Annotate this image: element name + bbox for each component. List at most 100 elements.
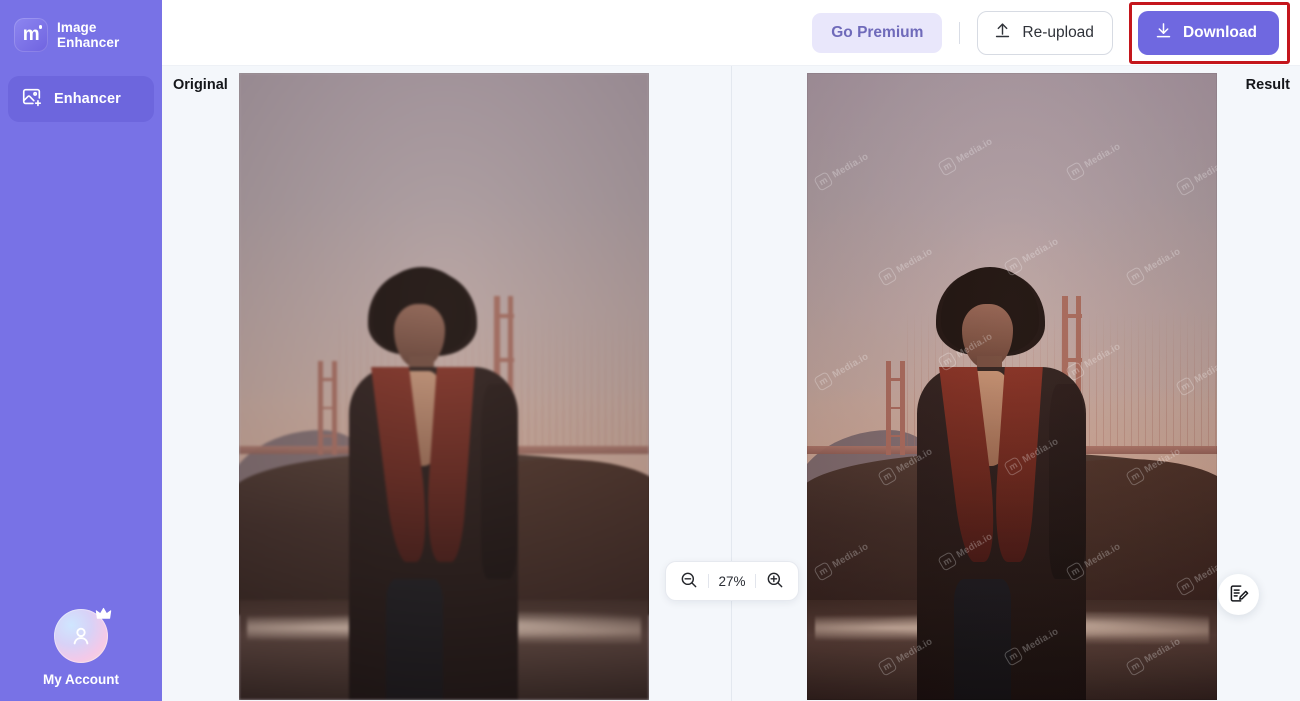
watermark-layer: m Media.io m Media.io m Media.io m Media.io m Med… (807, 73, 1217, 700)
watermark-text: Media.io (1142, 246, 1183, 276)
zoom-control: 27% (665, 561, 799, 601)
watermark-text: Media.io (1082, 141, 1123, 171)
compare-canvas: Original Result m Media.io m Media.io m … (162, 66, 1300, 701)
watermark-text: Media.io (1082, 541, 1123, 571)
watermark-text: Media.io (894, 636, 935, 666)
watermark-text: Media.io (894, 246, 935, 276)
watermark: m Media.io (877, 634, 935, 677)
watermark: m Media.io (877, 444, 935, 487)
watermark: m Media.io (1003, 434, 1061, 477)
watermark-logo-icon: m (813, 561, 834, 582)
watermark: m Media.io (1003, 234, 1061, 277)
watermark-text: Media.io (1020, 436, 1061, 466)
watermark-logo-icon: m (1175, 376, 1196, 397)
zoom-in-icon (765, 570, 785, 593)
zoom-out-icon (679, 570, 699, 593)
original-image[interactable] (239, 73, 649, 700)
watermark-logo-icon: m (1003, 456, 1024, 477)
watermark-logo-icon: m (1065, 161, 1086, 182)
watermark: m Media.io (937, 329, 995, 372)
sidebar-nav: Enhancer (0, 76, 162, 122)
feedback-note-icon (1228, 583, 1249, 607)
download-highlight-box: Download (1128, 1, 1291, 64)
watermark-text: Media.io (1192, 556, 1217, 586)
avatar[interactable] (54, 607, 112, 663)
watermark: m Media.io (813, 349, 871, 392)
account-section[interactable]: My Account (0, 607, 162, 701)
watermark: m Media.io (1065, 139, 1123, 182)
watermark: m Media.io (1125, 634, 1183, 677)
watermark: m Media.io (877, 244, 935, 287)
watermark-logo-icon: m (937, 351, 958, 372)
watermark-text: Media.io (1020, 236, 1061, 266)
watermark: m Media.io (813, 149, 871, 192)
sidebar-item-enhancer[interactable]: Enhancer (8, 76, 154, 122)
toolbar-divider (959, 21, 961, 44)
watermark-logo-icon: m (1175, 576, 1196, 597)
watermark: m Media.io (813, 539, 871, 582)
watermark: m Media.io (1175, 354, 1217, 397)
watermark-logo-icon: m (877, 266, 898, 287)
result-photo-content (807, 73, 1217, 700)
re-upload-label: Re-upload (1022, 23, 1094, 41)
watermark-text: Media.io (830, 351, 871, 381)
panel-divider (731, 66, 732, 701)
app-title: Image Enhancer (57, 20, 119, 51)
app-logo-icon: m (14, 18, 48, 52)
watermark-logo-icon: m (1125, 266, 1146, 287)
watermark-logo-icon: m (1065, 361, 1086, 382)
watermark: m Media.io (1065, 339, 1123, 382)
watermark-logo-icon: m (1003, 646, 1024, 667)
watermark: m Media.io (1003, 624, 1061, 667)
crown-icon (95, 606, 112, 626)
watermark: m Media.io (1175, 154, 1217, 197)
watermark-text: Media.io (830, 541, 871, 571)
watermark: m Media.io (937, 134, 995, 177)
main-area: Go Premium Re-upload Download Original R… (162, 0, 1300, 701)
watermark: m Media.io (1065, 539, 1123, 582)
feedback-button[interactable] (1218, 574, 1259, 615)
watermark-text: Media.io (1020, 626, 1061, 656)
watermark-logo-icon: m (937, 551, 958, 572)
logo-glyph: m (22, 24, 40, 45)
watermark-logo-icon: m (877, 656, 898, 677)
sidebar: m Image Enhancer Enhancer My Account (0, 0, 162, 701)
watermark-logo-icon: m (1065, 561, 1086, 582)
watermark-text: Media.io (1082, 341, 1123, 371)
watermark-text: Media.io (1192, 156, 1217, 186)
zoom-out-button[interactable] (676, 568, 702, 594)
result-image[interactable]: m Media.io m Media.io m Media.io m Media.io m Med… (807, 73, 1217, 700)
watermark-logo-icon: m (813, 171, 834, 192)
watermark: m Media.io (1125, 444, 1183, 487)
zoom-value[interactable]: 27% (715, 574, 749, 589)
watermark-logo-icon: m (1125, 466, 1146, 487)
watermark: m Media.io (937, 529, 995, 572)
sidebar-item-label: Enhancer (54, 91, 121, 107)
re-upload-button[interactable]: Re-upload (977, 10, 1113, 55)
app-title-line2: Enhancer (57, 35, 120, 50)
watermark-logo-icon: m (1125, 656, 1146, 677)
zoom-separator-left (708, 574, 709, 588)
watermark: m Media.io (1125, 244, 1183, 287)
watermark-text: Media.io (1142, 636, 1183, 666)
watermark-logo-icon: m (1003, 256, 1024, 277)
download-button[interactable]: Download (1137, 10, 1279, 55)
watermark-text: Media.io (894, 446, 935, 476)
upload-icon (993, 21, 1012, 45)
zoom-in-button[interactable] (762, 568, 788, 594)
app-title-line1: Image (57, 19, 97, 35)
watermark-logo-icon: m (1175, 176, 1196, 197)
watermark-logo-icon: m (813, 371, 834, 392)
watermark-text: Media.io (1142, 446, 1183, 476)
brand[interactable]: m Image Enhancer (0, 0, 162, 52)
watermark-text: Media.io (954, 136, 995, 166)
download-icon (1154, 21, 1173, 45)
go-premium-button[interactable]: Go Premium (812, 12, 943, 53)
original-photo-content (239, 73, 649, 700)
account-label: My Account (42, 672, 119, 687)
result-label: Result (1245, 77, 1290, 93)
watermark: m Media.io (1175, 554, 1217, 597)
watermark-text: Media.io (954, 531, 995, 561)
watermark-text: Media.io (830, 151, 871, 181)
watermark-logo-icon: m (877, 466, 898, 487)
